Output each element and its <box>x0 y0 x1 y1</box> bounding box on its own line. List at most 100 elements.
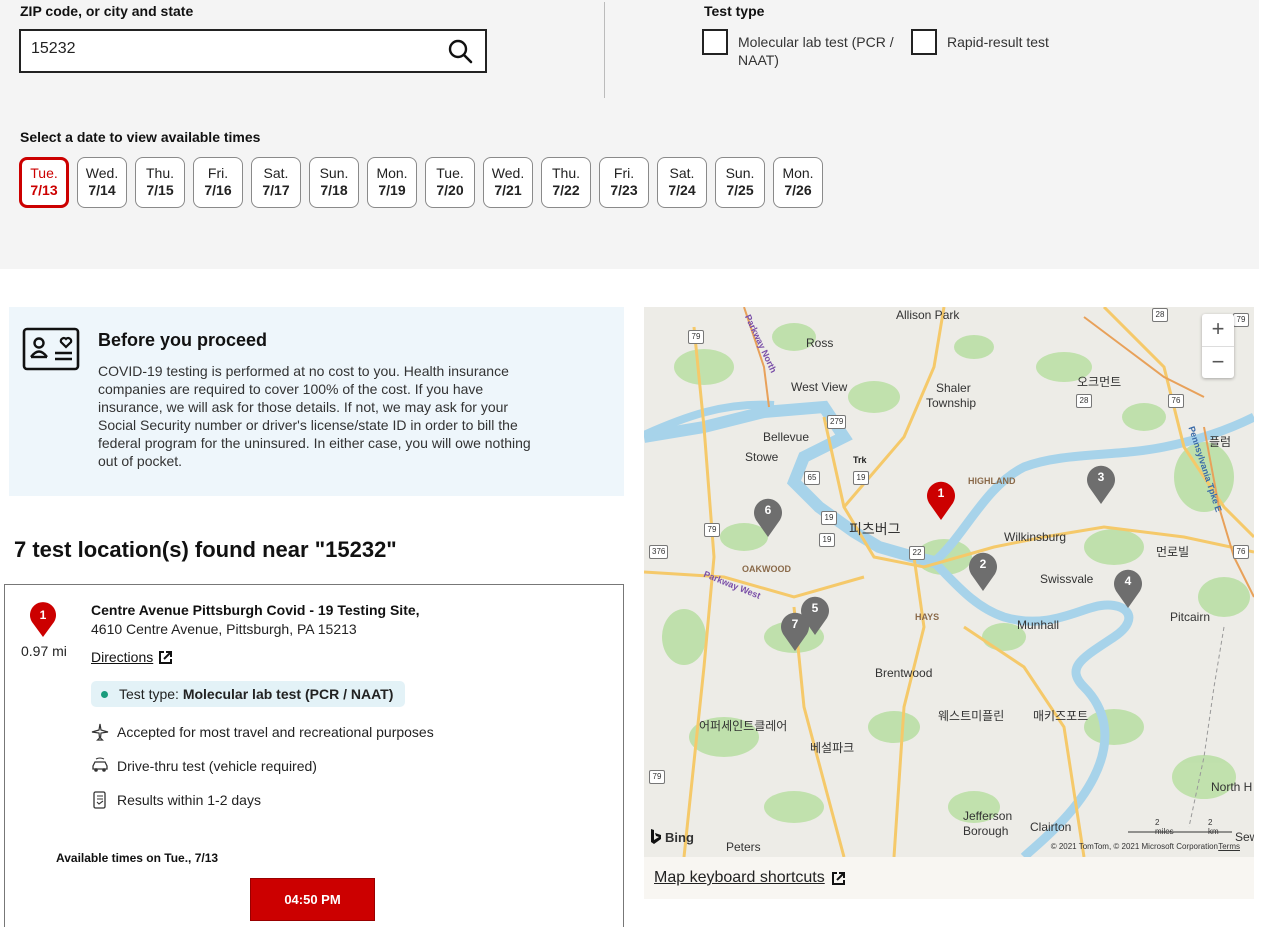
highway-shield: 19 <box>819 533 835 547</box>
map[interactable]: Allison Park Ross West View Shaler Towns… <box>644 307 1254 857</box>
date-pill-date: 7/15 <box>146 182 174 198</box>
map-keyboard-shortcuts-label[interactable]: Map keyboard shortcuts <box>654 869 825 887</box>
date-pill-date: 7/18 <box>320 182 348 198</box>
date-pill[interactable]: Fri. 7/16 <box>193 157 243 208</box>
map-label-north-h: North H <box>1211 780 1253 794</box>
date-pill[interactable]: Mon. 7/19 <box>367 157 417 208</box>
date-pill[interactable]: Sun. 7/25 <box>715 157 765 208</box>
highway-shield: 22 <box>909 546 925 560</box>
map-label-brentwood: Brentwood <box>875 666 933 680</box>
feature-drive-thru-text: Drive-thru test (vehicle required) <box>117 758 317 774</box>
test-type-label: Test type <box>704 3 765 19</box>
location-pin-number: 1 <box>40 608 47 622</box>
zip-search-box[interactable] <box>19 29 487 73</box>
date-pill-date: 7/14 <box>88 182 116 198</box>
map-label-mckeesport: 매키즈포트 <box>1033 709 1089 723</box>
date-pill-day: Wed. <box>85 165 119 181</box>
date-pill-date: 7/26 <box>784 182 812 198</box>
rapid-checkbox-label[interactable]: Rapid-result test <box>947 33 1049 51</box>
date-pill-day: Thu. <box>551 165 580 181</box>
date-pill[interactable]: Mon. 7/26 <box>773 157 823 208</box>
feature-travel: Accepted for most travel and recreationa… <box>91 723 434 741</box>
date-pill-day: Wed. <box>491 165 525 181</box>
zoom-control: + − <box>1202 314 1234 378</box>
map-shortcuts-bar: Map keyboard shortcuts <box>644 857 1254 899</box>
location-card: 1 0.97 mi Centre Avenue Pittsburgh Covid… <box>4 584 624 927</box>
airplane-icon <box>91 723 109 741</box>
map-label-stowe: Stowe <box>745 450 779 464</box>
proceed-title: Before you proceed <box>98 330 268 350</box>
directions-link[interactable]: Directions <box>91 649 173 665</box>
directions-label[interactable]: Directions <box>91 649 153 665</box>
date-pill[interactable]: Wed. 7/14 <box>77 157 127 208</box>
date-pill-date: 7/17 <box>262 182 290 198</box>
map-pin-number: 6 <box>764 503 772 517</box>
map-label-highland: HIGHLAND <box>968 476 1016 486</box>
map-pin-6[interactable]: 6 <box>752 496 784 538</box>
date-pill-date: 7/25 <box>726 182 754 198</box>
zoom-out-button[interactable]: − <box>1202 346 1234 378</box>
rapid-checkbox[interactable] <box>911 29 937 55</box>
date-pill[interactable]: Fri. 7/23 <box>599 157 649 208</box>
date-pill[interactable]: Sat. 7/17 <box>251 157 301 208</box>
filter-divider <box>604 2 605 98</box>
molecular-checkbox[interactable] <box>702 29 728 55</box>
date-pill-day: Sat. <box>263 165 289 181</box>
search-icon[interactable] <box>447 38 473 64</box>
date-pill[interactable]: Sat. 7/24 <box>657 157 707 208</box>
zip-label: ZIP code, or city and state <box>20 3 194 19</box>
scale-km: 2 km <box>1208 818 1219 836</box>
date-pill-day: Fri. <box>207 165 229 181</box>
map-label-pitcairn: Pitcairn <box>1170 610 1211 624</box>
map-pin-number: 3 <box>1097 470 1105 484</box>
proceed-notice: Before you proceed COVID-19 testing is p… <box>9 307 624 496</box>
map-pin-1[interactable]: 1 <box>925 479 957 521</box>
highway-shield: 76 <box>1233 545 1249 559</box>
map-label-plum: 플럼 <box>1209 435 1232 449</box>
map-terms-link[interactable]: Terms <box>1218 842 1240 851</box>
location-pin-icon: 1 <box>30 602 56 637</box>
date-pill-day: Tue. <box>30 165 58 181</box>
date-pill[interactable]: Tue. 7/20 <box>425 157 475 208</box>
zoom-in-button[interactable]: + <box>1202 314 1234 346</box>
date-pill-day: Tue. <box>436 165 464 181</box>
results-heading: 7 test location(s) found near "15232" <box>14 537 397 562</box>
feature-results-text: Results within 1-2 days <box>117 792 261 808</box>
map-keyboard-shortcuts-link[interactable]: Map keyboard shortcuts <box>654 869 846 887</box>
map-label-wilkinsburg: Wilkinsburg <box>1004 530 1067 544</box>
map-label-borough: Borough <box>963 824 1009 838</box>
date-pill-day: Fri. <box>613 165 635 181</box>
map-label-jefferson: Jefferson <box>963 809 1013 823</box>
date-pill[interactable]: Wed. 7/21 <box>483 157 533 208</box>
date-select-label: Select a date to view available times <box>20 129 261 145</box>
highway-shield: 28 <box>1076 394 1092 408</box>
highway-shield: 79 <box>688 330 704 344</box>
map-pin-7[interactable]: 7 <box>779 610 811 652</box>
map-pin-4[interactable]: 4 <box>1112 567 1144 609</box>
date-picker: Tue. 7/13 Wed. 7/14 Thu. 7/15 Fri. 7/16 Sat. 7/17… <box>19 157 823 208</box>
insurance-card-icon <box>22 327 80 371</box>
date-pill-date: 7/22 <box>552 182 580 198</box>
date-pill[interactable]: Tue. 7/13 <box>19 157 69 208</box>
molecular-checkbox-label[interactable]: Molecular lab test (PCR / NAAT) <box>738 33 894 69</box>
map-pin-3[interactable]: 3 <box>1085 463 1117 505</box>
time-slot-button[interactable]: 04:50 PM <box>250 878 375 921</box>
filters-panel: ZIP code, or city and state Test type Mo… <box>0 0 1259 269</box>
map-pin-2[interactable]: 2 <box>967 550 999 592</box>
date-pill[interactable]: Sun. 7/18 <box>309 157 359 208</box>
map-label-trk: Trk <box>853 455 867 465</box>
map-label-upper-st-clair: 어퍼세인트클레어 <box>699 719 788 733</box>
highway-shield: 79 <box>1233 313 1249 327</box>
bing-label: Bing <box>665 829 694 845</box>
date-pill-date: 7/21 <box>494 182 522 198</box>
map-label-township: Township <box>926 396 977 410</box>
date-pill-day: Sun. <box>319 165 349 181</box>
bing-icon <box>651 829 661 844</box>
zip-input[interactable] <box>31 40 431 58</box>
map-label-hays: HAYS <box>915 612 940 622</box>
available-times-label: Available times on Tue., 7/13 <box>56 851 219 865</box>
date-pill[interactable]: Thu. 7/15 <box>135 157 185 208</box>
highway-shield: 28 <box>1152 308 1168 322</box>
date-pill[interactable]: Thu. 7/22 <box>541 157 591 208</box>
location-address: 4610 Centre Avenue, Pittsburgh, PA 15213 <box>91 621 357 637</box>
